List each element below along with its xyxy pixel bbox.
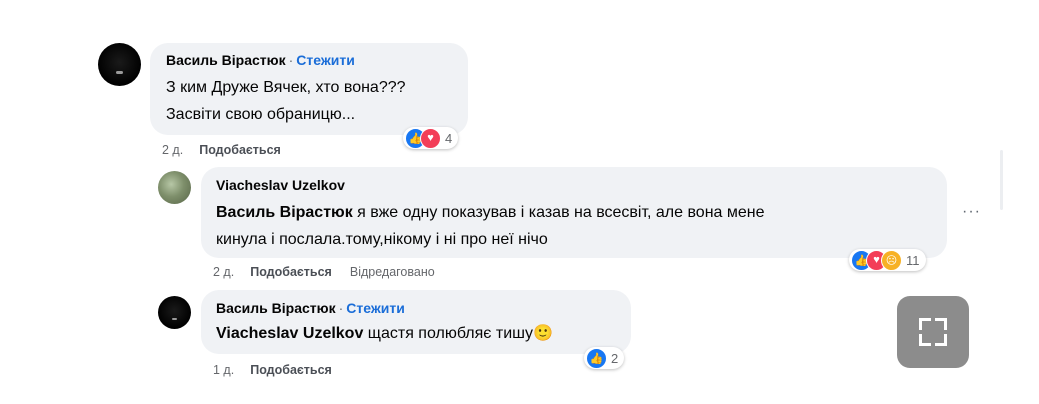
comment-meta: 2 д. Подобається	[162, 143, 281, 157]
comment-text-line: Засвіти свою обраницю...	[166, 106, 356, 123]
reactions-summary[interactable]: 👍 2	[584, 347, 625, 369]
comment-text-line: кинула і послала.тому,нікому і ні про не…	[216, 231, 548, 248]
like-button[interactable]: Подобається	[250, 363, 332, 377]
expand-icon	[919, 334, 931, 346]
follow-link[interactable]: Стежити	[296, 52, 355, 68]
expand-icon	[935, 334, 947, 346]
like-button[interactable]: Подобається	[250, 265, 332, 279]
reaction-count: 11	[906, 252, 920, 268]
follow-link[interactable]: Стежити	[346, 300, 405, 316]
more-options-icon[interactable]: ···	[962, 203, 981, 221]
comment-text: я вже одну показував і казав на всесвіт,…	[352, 204, 765, 221]
slightly-smiling-icon: 🙂	[533, 325, 553, 342]
comment-text: щастя полюбляє тишу	[363, 325, 534, 342]
avatar[interactable]	[98, 43, 141, 86]
reactions-summary[interactable]: 👍 ♥ ☹ 11	[849, 249, 926, 271]
reactions-summary[interactable]: 👍 ♥ 4	[403, 127, 459, 149]
separator-dot: ·	[338, 300, 344, 316]
comment-text-line: Василь Вірастюк я вже одну показував і к…	[216, 199, 765, 226]
reaction-count: 2	[611, 350, 619, 366]
comment-author[interactable]: Василь Вірастюк · Стежити	[166, 52, 355, 68]
fullscreen-button[interactable]	[897, 296, 969, 368]
mention-tag[interactable]: Василь Вірастюк	[216, 204, 353, 221]
comment-text-line: З ким Друже Вячек, хто вона???	[166, 79, 406, 96]
comment-meta: 2 д. Подобається Відредаговано	[213, 265, 435, 279]
love-icon: ♥	[420, 127, 441, 149]
author-name[interactable]: Viacheslav Uzelkov	[216, 177, 345, 193]
expand-icon	[919, 318, 931, 330]
sad-icon: ☹	[881, 249, 902, 271]
comment-author[interactable]: Viacheslav Uzelkov	[216, 177, 345, 193]
mention-tag[interactable]: Viacheslav Uzelkov	[216, 325, 363, 342]
comment-time[interactable]: 2 д.	[162, 143, 183, 157]
like-button[interactable]: Подобається	[199, 143, 281, 157]
comment-meta: 1 д. Подобається	[213, 363, 332, 377]
avatar[interactable]	[158, 171, 191, 204]
author-name[interactable]: Василь Вірастюк	[216, 300, 336, 316]
scrollbar[interactable]	[1000, 150, 1003, 210]
comment-text-line: Viacheslav Uzelkov щастя полюбляє тишу🙂	[216, 320, 553, 347]
expand-icon	[935, 318, 947, 330]
comment-author[interactable]: Василь Вірастюк · Стежити	[216, 300, 405, 316]
comment-time[interactable]: 1 д.	[213, 363, 234, 377]
avatar[interactable]	[158, 296, 191, 329]
author-name[interactable]: Василь Вірастюк	[166, 52, 286, 68]
like-icon: 👍	[586, 347, 607, 369]
comment-time[interactable]: 2 д.	[213, 265, 234, 279]
reaction-count: 4	[445, 130, 453, 146]
separator-dot: ·	[288, 52, 294, 68]
edited-label: Відредаговано	[349, 265, 435, 279]
